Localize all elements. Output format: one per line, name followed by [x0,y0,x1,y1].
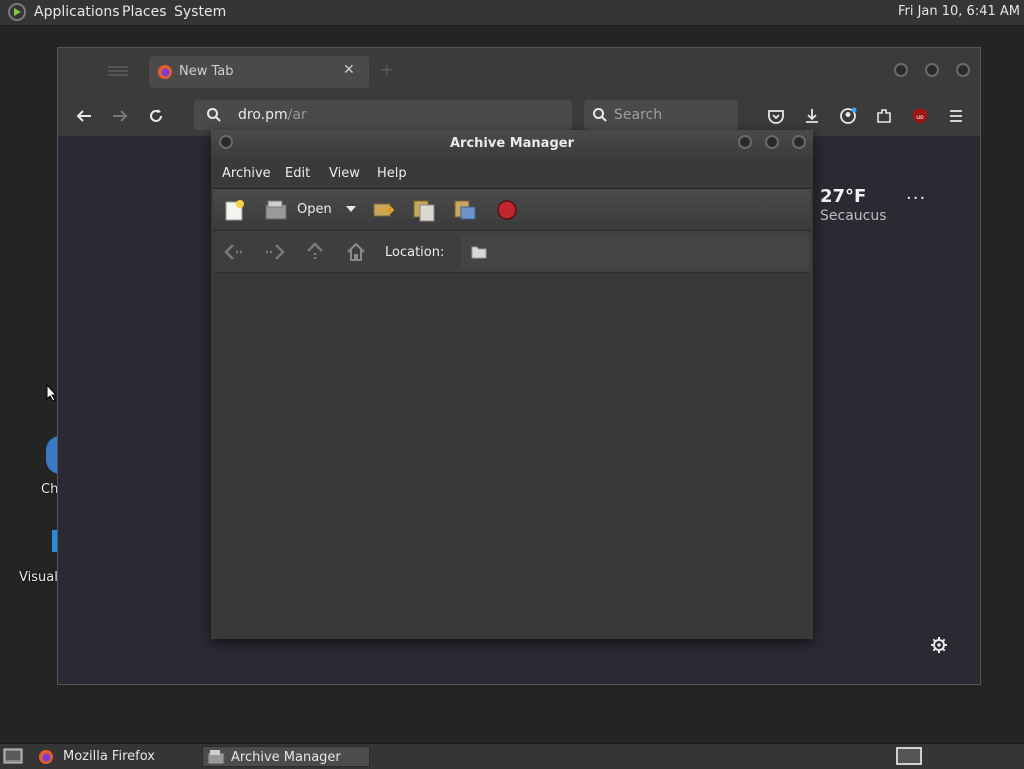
url-bar[interactable]: dro.pm/ar [194,100,572,130]
am-close-button[interactable] [792,135,806,149]
taskbar-archive-manager-label: Archive Manager [231,750,341,765]
hamburger-menu-icon[interactable] [947,107,965,125]
firefox-taskbar-icon [39,750,53,764]
am-minimize-button[interactable] [738,135,752,149]
menu-edit[interactable]: Edit [285,166,310,181]
tab-new-tab[interactable]: New Tab ✕ [149,56,369,88]
add-folder-icon[interactable] [453,198,477,222]
archive-manager-window: Archive Manager Archive Edit View Help O… [211,130,813,639]
taskbar-firefox[interactable]: Mozilla Firefox [34,746,198,767]
am-maximize-button[interactable] [765,135,779,149]
archive-manager-location-bar: Location: [213,230,811,273]
firefox-tabbar: New Tab ✕ + [58,48,980,94]
ublock-origin-icon[interactable]: uo [911,107,929,125]
url-text: dro.pm/ar [238,107,307,123]
downloads-icon[interactable] [803,107,821,125]
bottom-panel: Mozilla Firefox Archive Manager [0,743,1024,769]
archive-file-list[interactable] [213,272,811,638]
taskbar-archive-manager[interactable]: Archive Manager [202,746,370,767]
archive-manager-titlebar[interactable]: Archive Manager [211,130,813,158]
desktop-label-chrome[interactable]: Ch [41,482,58,497]
menu-places[interactable]: Places [122,4,167,20]
clock[interactable]: Fri Jan 10, 6:41 AM [898,4,1020,19]
tab-list-icon[interactable] [108,66,128,76]
ff-close-button[interactable] [956,63,970,77]
weather-city[interactable]: Secaucus [820,208,887,224]
account-icon[interactable] [839,107,857,125]
search-placeholder: Search [614,107,663,123]
location-label: Location: [385,245,445,260]
search-box[interactable]: Search [584,100,738,130]
archive-manager-toolbar: Open [213,188,811,231]
extract-icon[interactable] [371,198,395,222]
url-path: /ar [287,107,307,123]
open-dropdown-arrow-icon[interactable] [345,205,357,213]
weather-temperature[interactable]: 27°F [820,186,866,207]
search-box-icon [593,108,607,122]
menu-archive[interactable]: Archive [222,166,271,181]
svg-text:uo: uo [916,114,924,121]
extensions-icon[interactable] [875,107,893,125]
firefox-icon [158,65,172,79]
top-panel: Applications Places System Fri Jan 10, 6… [0,0,1024,26]
menu-applications[interactable]: Applications [34,4,120,20]
back-icon[interactable] [223,243,245,261]
up-icon[interactable] [305,241,325,263]
stop-icon[interactable] [496,199,518,221]
window-title: Archive Manager [450,136,574,151]
home-icon[interactable] [345,241,367,263]
gear-icon[interactable] [930,636,948,654]
workspace-switcher[interactable] [896,747,922,765]
pocket-icon[interactable] [767,107,785,125]
tab-close-icon[interactable]: ✕ [343,62,355,78]
ff-minimize-button[interactable] [894,63,908,77]
menu-help[interactable]: Help [377,166,407,181]
ff-maximize-button[interactable] [925,63,939,77]
folder-icon [471,246,487,259]
forward-arrow-icon[interactable] [111,107,129,125]
open-button-label[interactable]: Open [297,202,332,217]
url-host: dro.pm [238,107,288,123]
desktop-label-vscode[interactable]: Visual [19,570,58,585]
add-files-icon[interactable] [412,198,436,222]
show-desktop-icon[interactable] [3,748,23,764]
reload-icon[interactable] [147,107,165,125]
menu-system[interactable]: System [174,4,226,20]
open-archive-icon[interactable] [264,199,288,221]
menu-view[interactable]: View [329,166,360,181]
new-archive-icon[interactable] [224,199,246,221]
new-tab-plus-icon[interactable]: + [380,60,393,79]
location-field[interactable] [461,233,809,271]
applications-logo-icon[interactable] [8,3,26,21]
archive-manager-taskbar-icon [207,750,225,765]
tab-title: New Tab [179,64,234,79]
forward-icon[interactable] [264,243,286,261]
search-icon [207,108,221,122]
archive-manager-menubar: Archive Edit View Help [211,158,813,188]
back-arrow-icon[interactable] [75,107,93,125]
taskbar-firefox-label: Mozilla Firefox [63,749,155,764]
weather-more-icon[interactable]: ··· [906,188,926,209]
